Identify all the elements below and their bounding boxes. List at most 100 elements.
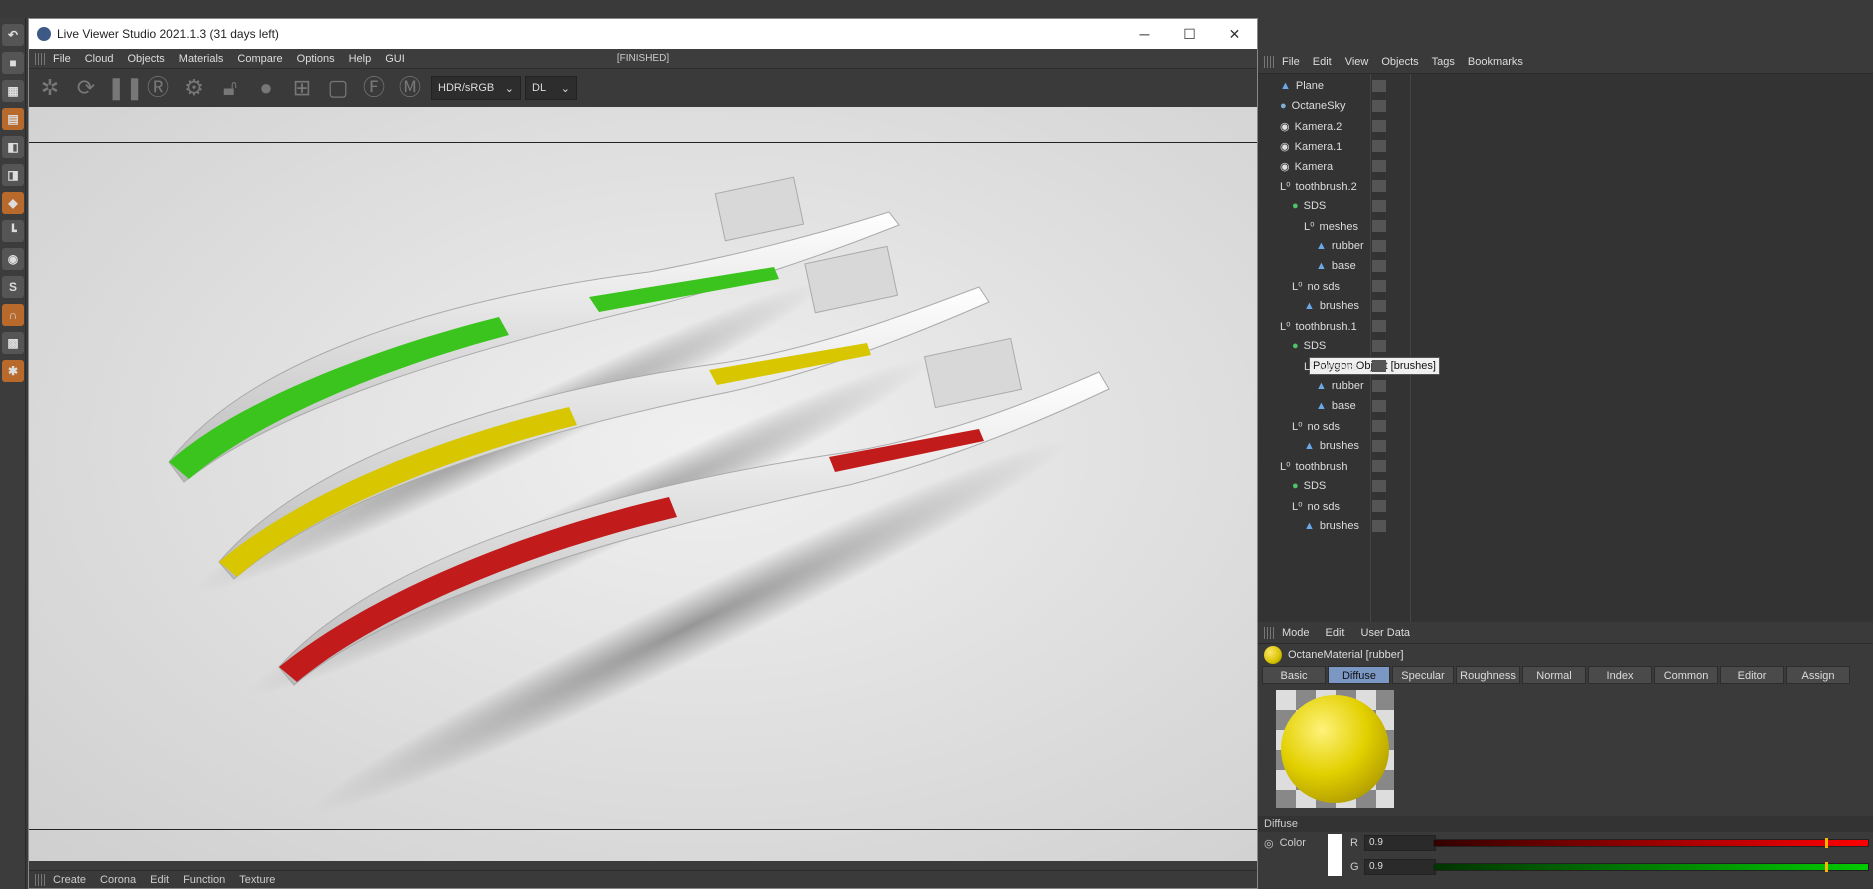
- object-row[interactable]: ◉ Kamera: [1258, 156, 1873, 176]
- maximize-icon[interactable]: ☐: [1167, 26, 1212, 43]
- grip-icon[interactable]: [1264, 626, 1274, 639]
- magnet-icon[interactable]: ∩: [2, 304, 24, 326]
- object-row[interactable]: ▲ rubber: [1258, 236, 1873, 256]
- lock-icon[interactable]: 🔓︎: [215, 73, 245, 103]
- material-pick-icon[interactable]: Ⓜ: [395, 73, 425, 103]
- visibility-flags[interactable]: [1372, 360, 1412, 372]
- kernel-select[interactable]: DL ⌄: [525, 76, 577, 100]
- menu-compare[interactable]: Compare: [237, 53, 282, 65]
- om-menu-file[interactable]: File: [1282, 56, 1300, 68]
- menu-create[interactable]: Create: [53, 874, 86, 886]
- pause-icon[interactable]: ❚❚: [107, 73, 144, 103]
- visibility-flags[interactable]: [1372, 80, 1412, 92]
- object-name[interactable]: ▲ brushes: [1304, 520, 1359, 532]
- visibility-flags[interactable]: [1372, 400, 1412, 412]
- object-row[interactable]: ● SDS: [1258, 336, 1873, 356]
- channel-r-knob[interactable]: [1824, 838, 1828, 848]
- object-row[interactable]: ▲ base: [1258, 256, 1873, 276]
- mouse-icon[interactable]: ◉: [2, 248, 24, 270]
- object-name[interactable]: L⁰ toothbrush: [1280, 460, 1348, 473]
- object-name[interactable]: ▲ base: [1316, 400, 1356, 412]
- object-name[interactable]: L⁰ no sds: [1292, 280, 1340, 293]
- om-menu-objects[interactable]: Objects: [1381, 56, 1418, 68]
- object-row[interactable]: ◉ Kamera.1: [1258, 136, 1873, 156]
- visibility-flags[interactable]: [1372, 120, 1412, 132]
- object-row[interactable]: L⁰ meshes: [1258, 216, 1873, 236]
- visibility-flags[interactable]: [1372, 500, 1412, 512]
- menu-materials[interactable]: Materials: [179, 53, 224, 65]
- tab-specular[interactable]: Specular: [1392, 666, 1454, 684]
- close-icon[interactable]: ✕: [1212, 26, 1257, 43]
- object-name[interactable]: ● SDS: [1292, 200, 1326, 212]
- settings-icon[interactable]: ✲: [35, 73, 65, 103]
- visibility-flags[interactable]: [1372, 320, 1412, 332]
- channel-g-input[interactable]: 0.9: [1364, 859, 1436, 875]
- menu-objects[interactable]: Objects: [127, 53, 164, 65]
- visibility-flags[interactable]: [1372, 100, 1412, 112]
- channel-g-knob[interactable]: [1824, 862, 1828, 872]
- object-row[interactable]: ● SDS: [1258, 476, 1873, 496]
- object-name[interactable]: L⁰ meshes: [1304, 220, 1358, 233]
- object-row[interactable]: L⁰ no sds: [1258, 496, 1873, 516]
- visibility-flags[interactable]: [1372, 480, 1412, 492]
- tab-common[interactable]: Common: [1654, 666, 1718, 684]
- object-row[interactable]: ▲ base: [1258, 396, 1873, 416]
- gear-icon[interactable]: ⚙: [179, 73, 209, 103]
- paint-icon[interactable]: ✱: [2, 360, 24, 382]
- visibility-flags[interactable]: [1372, 300, 1412, 312]
- menu-edit[interactable]: Edit: [150, 874, 169, 886]
- visibility-flags[interactable]: [1372, 240, 1412, 252]
- object-name[interactable]: ▲ rubber: [1316, 380, 1364, 392]
- visibility-flags[interactable]: [1372, 260, 1412, 272]
- visibility-flags[interactable]: [1372, 160, 1412, 172]
- object-row[interactable]: L⁰ meshes: [1258, 356, 1873, 376]
- object-row[interactable]: L⁰ toothbrush.1: [1258, 316, 1873, 336]
- grip-icon[interactable]: [35, 52, 45, 65]
- object-name[interactable]: L⁰ no sds: [1292, 500, 1340, 513]
- restart-icon[interactable]: ⟳: [71, 73, 101, 103]
- tab-assign[interactable]: Assign: [1786, 666, 1850, 684]
- om-menu-view[interactable]: View: [1345, 56, 1369, 68]
- menu-function[interactable]: Function: [183, 874, 225, 886]
- minimize-icon[interactable]: ─: [1122, 26, 1167, 42]
- radio-icon[interactable]: ◎: [1264, 837, 1274, 850]
- object-row[interactable]: L⁰ toothbrush.2: [1258, 176, 1873, 196]
- object-row[interactable]: ● OctaneSky: [1258, 96, 1873, 116]
- menu-file[interactable]: File: [53, 53, 71, 65]
- undo-icon[interactable]: ↶: [2, 24, 24, 46]
- object-name[interactable]: ● SDS: [1292, 340, 1326, 352]
- polygon-mode-icon[interactable]: ◆: [2, 192, 24, 214]
- om-menu-bookmarks[interactable]: Bookmarks: [1468, 56, 1523, 68]
- film-region-icon[interactable]: ▢: [323, 73, 353, 103]
- render-viewport[interactable]: [29, 107, 1257, 861]
- channel-r-input[interactable]: 0.9: [1364, 835, 1436, 851]
- tab-roughness[interactable]: Roughness: [1456, 666, 1520, 684]
- checker-icon[interactable]: ▦: [2, 80, 24, 102]
- lock-grid-icon[interactable]: ▩: [2, 332, 24, 354]
- sphere-icon[interactable]: ●: [251, 73, 281, 103]
- menu-cloud[interactable]: Cloud: [85, 53, 114, 65]
- object-row[interactable]: L⁰ toothbrush: [1258, 456, 1873, 476]
- tab-normal[interactable]: Normal: [1522, 666, 1586, 684]
- menu-options[interactable]: Options: [297, 53, 335, 65]
- object-row[interactable]: ◉ Kamera.2: [1258, 116, 1873, 136]
- object-name[interactable]: L⁰ meshes: [1304, 360, 1358, 373]
- visibility-flags[interactable]: [1372, 380, 1412, 392]
- visibility-flags[interactable]: [1372, 280, 1412, 292]
- object-name[interactable]: ● SDS: [1292, 480, 1326, 492]
- tab-basic[interactable]: Basic: [1262, 666, 1326, 684]
- object-row[interactable]: ▲ rubber: [1258, 376, 1873, 396]
- tab-editor[interactable]: Editor: [1720, 666, 1784, 684]
- menu-gui[interactable]: GUI: [385, 53, 405, 65]
- menu-corona[interactable]: Corona: [100, 874, 136, 886]
- grid-icon[interactable]: ▤: [2, 108, 24, 130]
- object-name[interactable]: ◉ Kamera.2: [1280, 120, 1342, 133]
- channel-r-slider[interactable]: [1433, 838, 1869, 848]
- object-row[interactable]: ▲ Plane: [1258, 76, 1873, 96]
- object-name[interactable]: ▲ base: [1316, 260, 1356, 272]
- object-name[interactable]: L⁰ toothbrush.2: [1280, 180, 1357, 193]
- object-name[interactable]: ▲ rubber: [1316, 240, 1364, 252]
- grip-icon[interactable]: [1264, 55, 1274, 68]
- focus-icon[interactable]: Ⓕ: [359, 73, 389, 103]
- visibility-flags[interactable]: [1372, 200, 1412, 212]
